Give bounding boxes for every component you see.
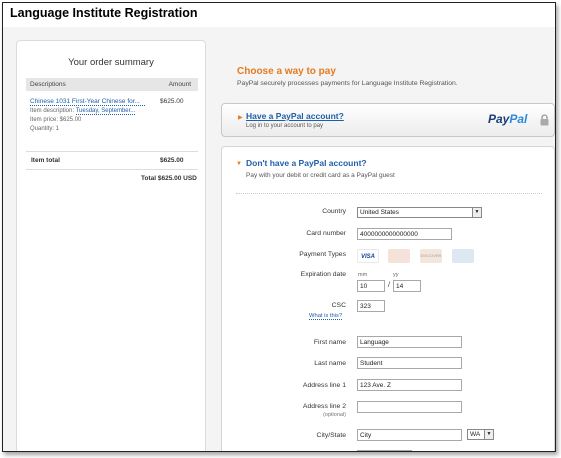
order-total: Total $625.00 USD: [141, 175, 197, 182]
choose-pay-subtitle: PayPal securely processes payments for L…: [237, 80, 458, 87]
yy-label: yy: [393, 272, 399, 278]
col-descriptions: Descriptions: [30, 81, 66, 88]
item-name-link[interactable]: Chinese 1031 First-Year Chinese for...: [30, 98, 145, 106]
last-name-input[interactable]: Student: [357, 357, 462, 369]
item-description: Item description: Tuesday, September...: [30, 108, 136, 115]
summary-divider: [26, 151, 198, 152]
item-amount: $625.00: [160, 98, 184, 105]
payment-types-label: Payment Types: [299, 251, 346, 258]
first-name-input[interactable]: Language: [357, 336, 462, 348]
city-input[interactable]: City: [357, 429, 462, 441]
paypal-login-subtitle: Log in to your account to pay: [246, 123, 324, 129]
mastercard-icon: [388, 249, 410, 263]
paypal-logo: PayPal: [488, 112, 528, 126]
visa-card-icon: VISA: [357, 249, 379, 263]
discover-card-icon: DISCOVER: [420, 249, 442, 263]
address1-label: Address line 1: [302, 382, 346, 389]
guest-checkout-section: ▼ Don't have a PayPal account? Pay with …: [221, 146, 555, 451]
address2-input[interactable]: [357, 401, 462, 413]
chevron-down-icon: ▼: [472, 208, 481, 217]
order-summary-panel: Your order summary Descriptions Amount C…: [16, 40, 206, 451]
address1-input[interactable]: 123 Ave. Z: [357, 379, 462, 391]
csc-input[interactable]: 323: [357, 300, 385, 312]
summary-divider: [26, 169, 198, 170]
last-name-label: Last name: [314, 360, 346, 367]
address2-optional: (optional): [323, 412, 346, 418]
expiration-label: Expiration date: [300, 271, 346, 278]
city-state-label: City/State: [316, 432, 346, 439]
col-amount: Amount: [168, 81, 191, 88]
state-value: WA: [470, 431, 481, 438]
collapse-arrow-icon: ▼: [236, 161, 242, 167]
order-summary-heading: Your order summary: [68, 57, 154, 68]
csc-help-link[interactable]: What is this?: [309, 313, 343, 320]
exp-slash: /: [388, 282, 390, 289]
first-name-label: First name: [313, 339, 346, 346]
item-description-value[interactable]: Tuesday, September...: [75, 108, 136, 115]
zip-code-input[interactable]: [357, 450, 412, 451]
item-quantity: Quantity: 1: [30, 126, 60, 132]
country-label: Country: [322, 208, 346, 215]
page-title: Language Institute Registration: [10, 6, 198, 20]
window: Language Institute Registration Your ord…: [2, 2, 556, 452]
have-paypal-account-link[interactable]: Have a PayPal account?: [246, 111, 344, 121]
item-description-label: Item description:: [30, 108, 75, 114]
guest-title[interactable]: Don't have a PayPal account?: [246, 158, 367, 168]
guest-subtitle: Pay with your debit or credit card as a …: [246, 172, 395, 179]
card-number-label: Card number: [306, 230, 346, 237]
lock-icon: [540, 114, 549, 126]
country-value: United States: [360, 209, 400, 216]
address2-label: Address line 2 (optional): [256, 403, 346, 418]
mm-label: mm: [358, 272, 368, 278]
card-number-input[interactable]: 4000000000000000: [357, 228, 452, 240]
country-select[interactable]: United States ▼: [357, 207, 482, 218]
exp-year-input[interactable]: 14: [393, 280, 421, 292]
choose-pay-title: Choose a way to pay: [237, 66, 336, 77]
item-total-label: Item total: [31, 157, 60, 164]
item-price: Item price: $625.00: [30, 117, 82, 123]
amex-card-icon: [452, 249, 474, 263]
chevron-down-icon: ▼: [484, 430, 493, 439]
state-select[interactable]: WA ▼: [467, 429, 494, 440]
csc-label: CSC: [331, 302, 346, 309]
exp-month-input[interactable]: 10: [357, 280, 385, 292]
expand-arrow-icon: ▶: [238, 115, 243, 121]
guest-divider: [236, 193, 542, 194]
item-total-value: $625.00: [160, 157, 184, 164]
summary-table-header: Descriptions Amount: [26, 78, 198, 91]
address2-label-text: Address line 2: [302, 403, 346, 410]
paypal-login-section[interactable]: ▶ Have a PayPal account? Log in to your …: [221, 103, 555, 137]
